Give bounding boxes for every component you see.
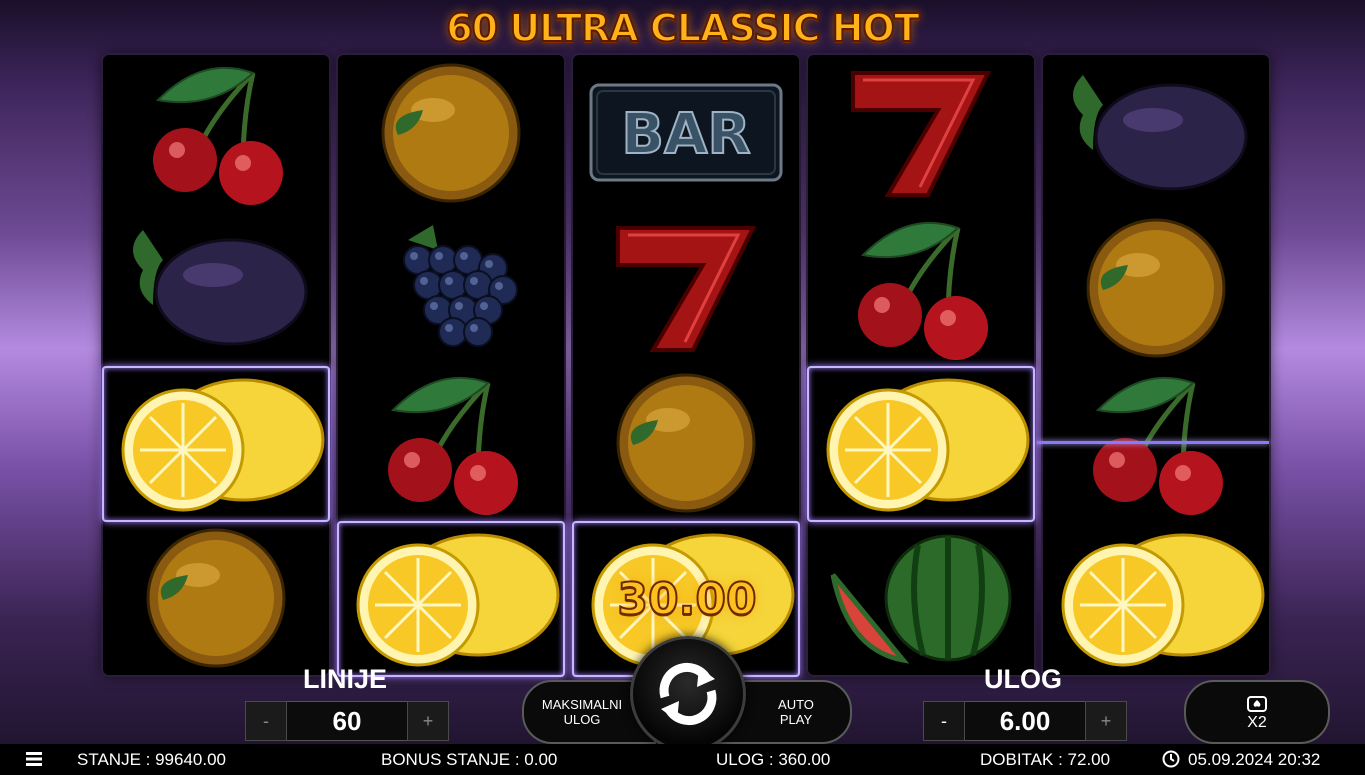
cherry-symbol <box>338 365 564 520</box>
orange-symbol <box>1043 210 1269 365</box>
seven-symbol <box>573 210 799 365</box>
cherry-icon <box>858 221 988 360</box>
bar-symbol: BAR <box>573 55 799 210</box>
status-bar: STANJE : 99640.00 BONUS STANJE : 0.00 UL… <box>0 744 1365 775</box>
card-icon <box>1247 695 1267 712</box>
reel-4 <box>808 55 1034 675</box>
max-bet-label: MAKSIMALNI ULOG <box>541 697 623 727</box>
svg-text:BAR: BAR <box>621 102 750 167</box>
orange-symbol <box>338 55 564 210</box>
bet-plus-button[interactable]: + <box>1085 701 1127 741</box>
win-frame <box>337 521 565 677</box>
spin-button[interactable] <box>630 636 746 752</box>
bet-label: ULOG <box>984 664 1062 694</box>
bet-minus-button[interactable]: - <box>923 701 965 741</box>
gamble-button[interactable]: X2 <box>1184 680 1330 744</box>
plum-symbol <box>1043 55 1269 210</box>
cherry-icon <box>388 376 518 515</box>
cherry-icon <box>153 66 283 205</box>
cherry-symbol <box>808 210 1034 365</box>
lines-stepper: - 60 + <box>245 701 449 741</box>
orange-icon <box>146 528 286 668</box>
orange-symbol <box>103 520 329 675</box>
reel-1 <box>103 55 329 675</box>
watermelon-symbol <box>808 520 1034 675</box>
lines-minus-button[interactable]: - <box>245 701 287 741</box>
lines-label: LINIJE <box>302 664 388 694</box>
clock-icon <box>1162 750 1180 768</box>
plum-icon <box>133 230 308 346</box>
bar-icon: BAR <box>589 83 783 182</box>
watermelon-icon <box>830 534 1012 664</box>
payline <box>1037 441 1269 444</box>
plum-icon <box>1073 75 1248 191</box>
grapes-symbol <box>338 210 564 365</box>
menu-icon[interactable] <box>26 752 42 766</box>
lines-value: 60 <box>287 701 407 741</box>
bet-value: 6.00 <box>965 701 1085 741</box>
orange-icon <box>616 373 756 513</box>
lines-plus-button[interactable]: + <box>407 701 449 741</box>
reel-5 <box>1043 55 1269 675</box>
cherry-symbol <box>103 55 329 210</box>
seven-symbol <box>808 55 1034 210</box>
seven-icon <box>851 71 992 197</box>
lemon-symbol <box>1043 520 1269 675</box>
orange-symbol <box>573 365 799 520</box>
gamble-label: X2 <box>1247 713 1267 731</box>
bet-stepper: - 6.00 + <box>923 701 1127 741</box>
plum-symbol <box>103 210 329 365</box>
win-text: DOBITAK : 72.00 <box>980 749 1111 769</box>
grapes-icon <box>403 225 518 347</box>
refresh-icon <box>659 662 717 726</box>
datetime-text: 05.09.2024 20:32 <box>1188 749 1321 769</box>
total-bet-text: ULOG : 360.00 <box>716 749 831 769</box>
orange-icon <box>1086 218 1226 358</box>
balance-text: STANJE : 99640.00 <box>77 749 226 769</box>
orange-icon <box>381 63 521 203</box>
bonus-balance-text: BONUS STANJE : 0.00 <box>381 749 558 769</box>
auto-play-label: AUTO PLAY <box>778 697 814 727</box>
win-frame <box>102 366 330 522</box>
win-frame <box>807 366 1035 522</box>
game-title: 60 ULTRA CLASSIC HOT <box>445 5 921 51</box>
lemon-icon <box>1061 533 1265 667</box>
win-amount: 30.00 <box>616 573 757 626</box>
seven-icon <box>616 226 757 352</box>
